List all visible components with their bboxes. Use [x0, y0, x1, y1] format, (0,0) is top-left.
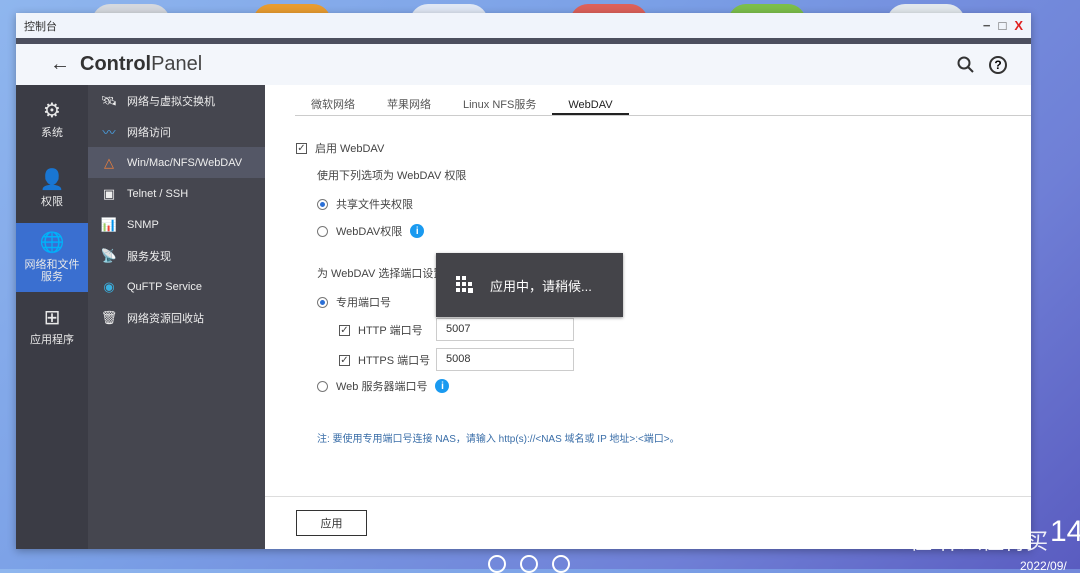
share-permission-radio[interactable]	[317, 198, 328, 210]
subnav-label: Telnet / SSH	[127, 187, 189, 200]
subnav-label: QuFTP Service	[127, 280, 202, 293]
taskbar-app-icon[interactable]	[488, 555, 506, 573]
tab-apple[interactable]: 苹果网络	[371, 95, 447, 115]
subnav-label: SNMP	[127, 218, 159, 231]
subnav-label: 网络资源回收站	[127, 312, 204, 325]
back-arrow-icon[interactable]: ←	[50, 53, 70, 76]
https-port-input[interactable]: 5008	[436, 348, 574, 371]
nav-network-file-services[interactable]: 🌐 网络和文件服务	[16, 223, 88, 292]
info-icon[interactable]: i	[435, 379, 450, 393]
window-title: 控制台	[24, 20, 57, 33]
nav-permissions[interactable]: 👤 权限	[16, 154, 88, 223]
subnav-win-mac-nfs-webdav[interactable]: △ Win/Mac/NFS/WebDAV	[88, 147, 265, 178]
webdav-permission-label: WebDAV权限	[336, 226, 403, 238]
desktop-clock: 14	[1050, 515, 1080, 548]
search-icon[interactable]	[957, 56, 975, 74]
subnav-quftp[interactable]: ◉ QuFTP Service	[88, 271, 265, 302]
permission-heading: 使用下列选项为 WebDAV 权限	[317, 170, 467, 182]
minimize-button[interactable]: −	[983, 18, 991, 33]
nav-label: 网络和文件服务	[24, 258, 80, 283]
close-button[interactable]: X	[1014, 18, 1023, 33]
subnav-label: 网络访问	[127, 126, 171, 139]
webdav-permission-radio[interactable]	[317, 225, 328, 237]
main-nav: ⚙ 系统 👤 权限 🌐 网络和文件服务 ⊞ 应用程序	[16, 85, 88, 549]
web-server-port-radio[interactable]	[317, 380, 328, 392]
terminal-icon: ▣	[102, 185, 116, 201]
enable-webdav-checkbox[interactable]: ✓	[296, 142, 307, 154]
nav-label: 系统	[41, 126, 63, 139]
loading-icon	[456, 276, 473, 293]
subnav-telnet-ssh[interactable]: ▣ Telnet / SSH	[88, 178, 265, 209]
subnav-virtual-switch[interactable]: 🛰 网络与虚拟交换机	[88, 85, 265, 116]
satellite-dish-icon: 📡	[100, 247, 118, 263]
user-icon: 👤	[39, 168, 65, 191]
connection-note: 注: 要使用专用端口号连接 NAS，请输入 http(s)://<NAS 域名或…	[317, 434, 680, 445]
desktop-date: 2022/09/	[1020, 559, 1067, 573]
http-port-checkbox[interactable]: ✓	[339, 324, 350, 336]
subnav-recycle-bin[interactable]: 🗑 网络资源回收站	[88, 302, 265, 333]
network-switch-icon: 🛰	[100, 92, 118, 108]
nav-label: 应用程序	[30, 333, 74, 346]
taskbar	[488, 555, 570, 573]
nav-label: 权限	[41, 195, 63, 208]
taskbar-app-icon[interactable]	[520, 555, 538, 573]
watermark: 值 什么值得买	[910, 529, 1049, 554]
http-port-input[interactable]: 5007	[436, 318, 574, 341]
gear-icon: ⚙	[43, 99, 61, 122]
help-icon[interactable]: ?	[989, 55, 1007, 74]
subnav-label: 网络与虚拟交换机	[127, 95, 215, 108]
tab-nfs[interactable]: Linux NFS服务	[447, 95, 552, 115]
content-pane: 微软网络 苹果网络 Linux NFS服务 WebDAV ✓ 启用 WebDAV …	[265, 85, 1031, 549]
https-port-label: HTTPS 端口号	[358, 355, 431, 367]
app-title-bold: Control	[80, 53, 152, 75]
footer-divider	[265, 496, 1031, 497]
subnav-service-discovery[interactable]: 📡 服务发现	[88, 240, 265, 271]
maximize-button[interactable]: □	[998, 18, 1006, 33]
sub-nav: 🛰 网络与虚拟交换机 〰网络访问 △ Win/Mac/NFS/WebDAV ▣ Tel…	[88, 85, 265, 549]
wave-icon: 〰	[102, 125, 116, 140]
https-port-checkbox[interactable]: ✓	[339, 354, 350, 366]
dedicated-port-radio[interactable]	[317, 296, 328, 308]
port-heading: 为 WebDAV 选择端口设置	[317, 268, 445, 280]
title-bar: 控制台 − □ X	[16, 13, 1031, 38]
tab-webdav[interactable]: WebDAV	[552, 95, 629, 115]
trash-icon: 🗑	[100, 309, 118, 325]
http-port-label: HTTP 端口号	[358, 325, 423, 337]
bar-chart-icon: 📊	[100, 216, 118, 232]
share-permission-label: 共享文件夹权限	[336, 199, 413, 211]
app-title-light: Panel	[151, 53, 203, 75]
grid-icon: ⊞	[43, 306, 61, 329]
app-header: ← Control Panel ?	[16, 44, 1031, 85]
subnav-network-access[interactable]: 〰网络访问	[88, 116, 265, 147]
taskbar-app-icon[interactable]	[552, 555, 570, 573]
subnav-label: 服务发现	[127, 250, 171, 263]
applying-toast: 应用中，请稍候...	[436, 253, 623, 317]
nav-applications[interactable]: ⊞ 应用程序	[16, 292, 88, 361]
apply-button[interactable]: 应用	[296, 510, 367, 536]
enable-webdav-label: 启用 WebDAV	[315, 143, 385, 155]
quftp-icon: ◉	[103, 278, 115, 294]
dedicated-port-label: 专用端口号	[336, 297, 391, 309]
subnav-label: Win/Mac/NFS/WebDAV	[127, 156, 243, 169]
toast-message: 应用中，请稍候...	[490, 278, 592, 294]
web-server-port-label: Web 服务器端口号	[336, 381, 428, 393]
info-icon[interactable]: i	[410, 224, 425, 238]
triangle-icon: △	[104, 154, 114, 170]
tab-bar: 微软网络 苹果网络 Linux NFS服务 WebDAV	[295, 95, 1031, 116]
globe-icon: 🌐	[39, 231, 65, 254]
tab-microsoft[interactable]: 微软网络	[295, 95, 371, 115]
nav-system[interactable]: ⚙ 系统	[16, 85, 88, 154]
subnav-snmp[interactable]: 📊 SNMP	[88, 209, 265, 240]
